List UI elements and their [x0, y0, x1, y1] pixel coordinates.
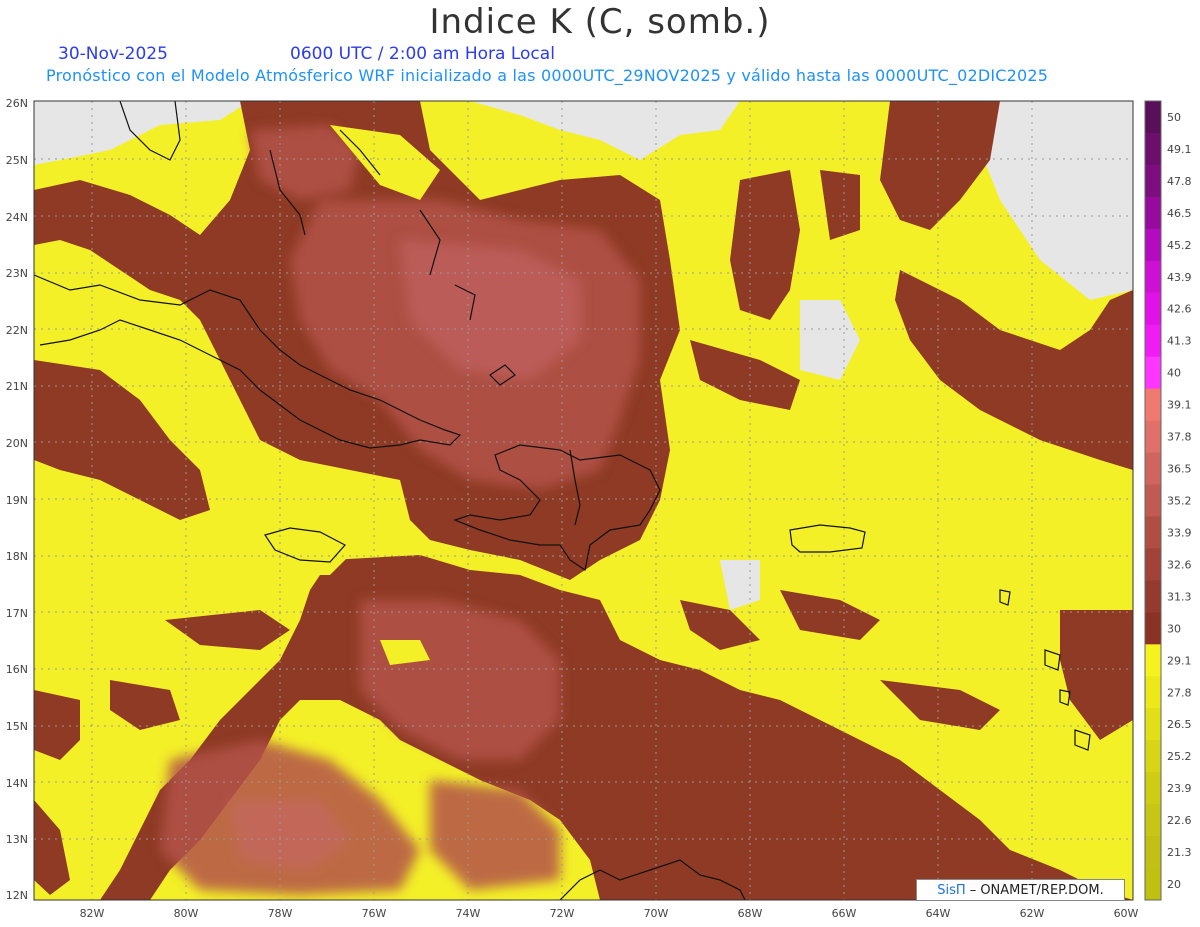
lat-label: 14N — [6, 777, 28, 790]
colorbar-label: 49.1 — [1167, 143, 1192, 156]
colorbar-label: 30 — [1167, 622, 1181, 635]
colorbar-label: 41.3 — [1167, 335, 1192, 348]
colorbar-cell — [1145, 484, 1161, 517]
colorbar-label: 40 — [1167, 367, 1181, 380]
credit-box: SisΠ – ONAMET/REP.DOM. — [916, 879, 1125, 901]
colorbar-cell — [1145, 676, 1161, 709]
colorbar-label: 39.1 — [1167, 399, 1192, 412]
colorbar-label: 27.8 — [1167, 686, 1192, 699]
lat-label: 15N — [6, 720, 28, 733]
lon-label: 78W — [268, 907, 293, 920]
latitude-labels: 26N 25N 24N 23N 22N 21N 20N 19N 18N 17N … — [6, 97, 28, 902]
colorbar-cell — [1145, 196, 1161, 230]
colorbar-label: 26.5 — [1167, 718, 1192, 731]
colorbar-cell — [1145, 580, 1161, 613]
colorbar-cell — [1145, 516, 1161, 549]
lon-label: 64W — [926, 907, 951, 920]
k-index-map: 26N 25N 24N 23N 22N 21N 20N 19N 18N 17N … — [6, 97, 1192, 920]
lon-label: 76W — [362, 907, 387, 920]
colorbar-label: 47.8 — [1167, 175, 1192, 188]
colorbar-cell — [1145, 548, 1161, 581]
colorbar-label: 25.2 — [1167, 750, 1192, 763]
colorbar-cell — [1145, 356, 1161, 390]
lon-label: 62W — [1020, 907, 1045, 920]
lat-label: 17N — [6, 607, 28, 620]
colorbar-cell — [1145, 132, 1161, 166]
colorbar-cell — [1145, 836, 1161, 869]
colorbar-cell — [1145, 388, 1161, 422]
lon-label: 72W — [550, 907, 575, 920]
colorbar-label: 46.5 — [1167, 207, 1192, 220]
lat-label: 19N — [6, 494, 28, 507]
credit-text: – ONAMET/REP.DOM. — [969, 882, 1104, 898]
colorbar-label: 35.2 — [1167, 495, 1192, 508]
lon-label: 74W — [456, 907, 481, 920]
lon-label: 70W — [644, 907, 669, 920]
lat-label: 25N — [6, 154, 28, 167]
colorbar-cell — [1145, 804, 1161, 837]
lon-label: 80W — [174, 907, 199, 920]
colorbar-label: 20 — [1167, 878, 1181, 891]
colorbar-cell — [1145, 612, 1161, 645]
colorbar-label: 31.3 — [1167, 590, 1192, 603]
lat-label: 23N — [6, 267, 28, 280]
colorbar-label: 29.1 — [1167, 654, 1192, 667]
colorbar-cell — [1145, 164, 1161, 198]
lon-label: 82W — [80, 907, 105, 920]
colorbar-cell — [1145, 324, 1161, 358]
colorbar-cell — [1145, 101, 1161, 134]
lat-label: 24N — [6, 211, 28, 224]
colorbar-cell — [1145, 644, 1161, 677]
colorbar-label: 37.8 — [1167, 431, 1192, 444]
lat-label: 12N — [6, 889, 28, 902]
lat-label: 18N — [6, 550, 28, 563]
lat-label: 26N — [6, 97, 28, 110]
colorbar-cell — [1145, 292, 1161, 326]
colorbar-cell — [1145, 452, 1161, 486]
colorbar-cell — [1145, 740, 1161, 773]
lat-label: 13N — [6, 833, 28, 846]
lat-label: 16N — [6, 663, 28, 676]
colorbar-label: 43.9 — [1167, 271, 1192, 284]
colorbar-label: 23.9 — [1167, 782, 1192, 795]
colorbar-label: 32.6 — [1167, 558, 1192, 571]
lat-label: 22N — [6, 324, 28, 337]
colorbar-label: 22.6 — [1167, 814, 1192, 827]
colorbar-cell — [1145, 772, 1161, 805]
colorbar-cell — [1145, 868, 1161, 901]
sis-logo: SisΠ — [937, 882, 966, 898]
colorbar-label: 21.3 — [1167, 846, 1192, 859]
colorbar-cell — [1145, 708, 1161, 741]
colorbar: 50 49.1 47.8 46.5 45.2 43.9 42.6 41.3 40 39.1 37.8… — [1144, 100, 1192, 901]
map-field — [34, 101, 1133, 900]
colorbar-label: 36.5 — [1167, 463, 1192, 476]
colorbar-cell — [1145, 420, 1161, 454]
colorbar-cell — [1145, 260, 1161, 294]
lon-label: 60W — [1114, 907, 1139, 920]
colorbar-label: 42.6 — [1167, 303, 1192, 316]
colorbar-cell — [1145, 228, 1161, 262]
lon-label: 66W — [832, 907, 857, 920]
longitude-labels: 82W 80W 78W 76W 74W 72W 70W 68W 66W 64W … — [80, 907, 1139, 920]
colorbar-label: 33.9 — [1167, 526, 1192, 539]
lat-label: 20N — [6, 437, 28, 450]
colorbar-label: 45.2 — [1167, 239, 1192, 252]
lon-label: 68W — [738, 907, 763, 920]
lat-label: 21N — [6, 380, 28, 393]
colorbar-label: 50 — [1167, 111, 1181, 124]
